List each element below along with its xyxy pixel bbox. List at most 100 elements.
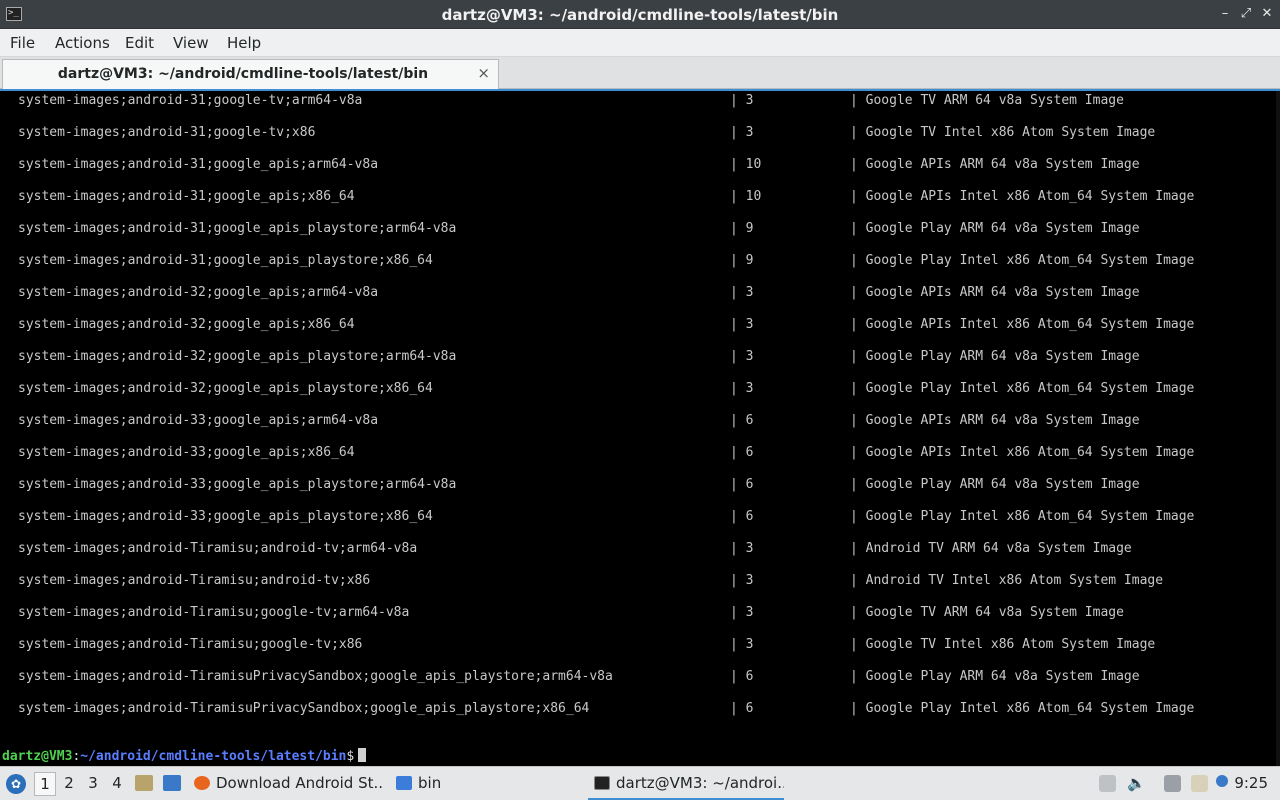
clock[interactable]: 9:25 bbox=[1234, 767, 1268, 800]
package-version: | 3 bbox=[730, 381, 754, 396]
package-version: | 9 bbox=[730, 221, 754, 236]
package-version: | 3 bbox=[730, 317, 754, 332]
package-version: | 10 bbox=[730, 189, 762, 204]
tab-label: dartz@VM3: ~/android/cmdline-tools/lates… bbox=[57, 66, 429, 82]
package-version: | 3 bbox=[730, 349, 754, 364]
package-path: system-images;android-Tiramisu;android-t… bbox=[18, 573, 371, 588]
package-version: | 10 bbox=[730, 157, 762, 172]
package-path: system-images;android-33;google_apis_pla… bbox=[18, 509, 433, 524]
package-path: system-images;android-33;google_apis_pla… bbox=[18, 477, 457, 492]
terminal-tab[interactable]: dartz@VM3: ~/android/cmdline-tools/lates… bbox=[2, 59, 499, 89]
package-description: | Google Play Intel x86 Atom_64 System I… bbox=[850, 381, 1195, 396]
menu-bar: File Actions Edit View Help bbox=[0, 29, 1280, 57]
terminal-icon bbox=[594, 776, 610, 790]
package-path: system-images;android-TiramisuPrivacySan… bbox=[18, 701, 590, 716]
package-description: | Google TV ARM 64 v8a System Image bbox=[850, 93, 1124, 108]
workspace-2[interactable]: 2 bbox=[58, 767, 80, 800]
package-version: | 6 bbox=[730, 445, 754, 460]
package-path: system-images;android-31;google_apis_pla… bbox=[18, 253, 433, 268]
volume-icon[interactable]: 🔈 bbox=[1127, 775, 1146, 792]
package-description: | Google TV ARM 64 v8a System Image bbox=[850, 605, 1124, 620]
close-icon[interactable]: ✕ bbox=[1258, 5, 1276, 23]
prompt-symbol: $ bbox=[346, 749, 355, 764]
task-label: Download Android St... bbox=[216, 774, 384, 792]
task-bin-folder[interactable]: bin bbox=[396, 767, 576, 800]
window-title: dartz@VM3: ~/android/cmdline-tools/lates… bbox=[441, 6, 839, 24]
window-titlebar[interactable]: >_ dartz@VM3: ~/android/cmdline-tools/la… bbox=[0, 0, 1280, 29]
prompt-path: ~/android/cmdline-tools/latest/bin bbox=[80, 749, 347, 764]
terminal-output[interactable]: system-images;android-31;google-tv;arm64… bbox=[0, 89, 1280, 766]
package-description: | Google Play Intel x86 Atom_64 System I… bbox=[850, 701, 1195, 716]
start-menu-icon[interactable]: ✿ bbox=[6, 774, 26, 794]
package-path: system-images;android-31;google_apis_pla… bbox=[18, 221, 457, 236]
package-path: system-images;android-Tiramisu;google-tv… bbox=[18, 605, 410, 620]
task-terminal[interactable]: dartz@VM3: ~/androi... bbox=[588, 767, 784, 800]
package-version: | 9 bbox=[730, 253, 754, 268]
shell-prompt: dartz@VM3:~/android/cmdline-tools/latest… bbox=[2, 748, 367, 764]
package-version: | 3 bbox=[730, 125, 754, 140]
package-version: | 3 bbox=[730, 605, 754, 620]
package-description: | Google APIs ARM 64 v8a System Image bbox=[850, 157, 1140, 172]
package-path: system-images;android-32;google_apis_pla… bbox=[18, 349, 457, 364]
workspace-1[interactable]: 1 bbox=[34, 772, 56, 796]
workspace-3[interactable]: 3 bbox=[82, 767, 104, 800]
taskbar: ✿ 1 2 3 4 Download Android St... bin dar… bbox=[0, 766, 1280, 800]
text-cursor bbox=[358, 748, 367, 762]
package-description: | Google Play ARM 64 v8a System Image bbox=[850, 349, 1140, 364]
package-version: | 3 bbox=[730, 285, 754, 300]
package-version: | 6 bbox=[730, 413, 754, 428]
package-version: | 6 bbox=[730, 509, 754, 524]
package-description: | Google Play Intel x86 Atom_64 System I… bbox=[850, 253, 1195, 268]
package-path: system-images;android-31;google-tv;x86 bbox=[18, 125, 316, 140]
removable-drive-icon[interactable] bbox=[1099, 775, 1116, 792]
notification-icon[interactable] bbox=[1216, 775, 1228, 787]
package-description: | Google APIs Intel x86 Atom_64 System I… bbox=[850, 317, 1195, 332]
package-version: | 6 bbox=[730, 477, 754, 492]
package-description: | Google TV Intel x86 Atom System Image bbox=[850, 637, 1156, 652]
task-label: bin bbox=[418, 774, 442, 792]
terminal-scrollbar[interactable] bbox=[1276, 91, 1280, 766]
task-label: dartz@VM3: ~/androi... bbox=[616, 774, 784, 792]
menu-help[interactable]: Help bbox=[227, 34, 261, 52]
package-description: | Android TV ARM 64 v8a System Image bbox=[850, 541, 1132, 556]
package-version: | 3 bbox=[730, 573, 754, 588]
package-description: | Google APIs Intel x86 Atom_64 System I… bbox=[850, 445, 1195, 460]
package-version: | 6 bbox=[730, 701, 754, 716]
package-path: system-images;android-Tiramisu;android-t… bbox=[18, 541, 418, 556]
network-icon[interactable] bbox=[1164, 775, 1181, 792]
package-version: | 3 bbox=[730, 541, 754, 556]
file-manager-icon[interactable] bbox=[135, 775, 153, 791]
folder-icon bbox=[396, 776, 412, 790]
package-path: system-images;android-TiramisuPrivacySan… bbox=[18, 669, 613, 684]
package-description: | Google Play ARM 64 v8a System Image bbox=[850, 477, 1140, 492]
clipboard-icon[interactable] bbox=[1191, 775, 1208, 792]
firefox-icon bbox=[194, 776, 210, 790]
package-version: | 3 bbox=[730, 93, 754, 108]
prompt-user: dartz@VM3 bbox=[2, 749, 73, 764]
package-path: system-images;android-31;google_apis;arm… bbox=[18, 157, 379, 172]
package-path: system-images;android-Tiramisu;google-tv… bbox=[18, 637, 363, 652]
package-description: | Google Play Intel x86 Atom_64 System I… bbox=[850, 509, 1195, 524]
package-path: system-images;android-32;google_apis_pla… bbox=[18, 381, 433, 396]
task-firefox[interactable]: Download Android St... bbox=[194, 767, 384, 800]
package-path: system-images;android-32;google_apis;x86… bbox=[18, 317, 355, 332]
package-description: | Google APIs Intel x86 Atom_64 System I… bbox=[850, 189, 1195, 204]
menu-file[interactable]: File bbox=[10, 34, 35, 52]
package-path: system-images;android-33;google_apis;x86… bbox=[18, 445, 355, 460]
menu-actions[interactable]: Actions bbox=[55, 34, 110, 52]
package-description: | Google TV Intel x86 Atom System Image bbox=[850, 125, 1156, 140]
workspace-4[interactable]: 4 bbox=[106, 767, 128, 800]
show-desktop-icon[interactable] bbox=[163, 775, 181, 791]
menu-edit[interactable]: Edit bbox=[125, 34, 154, 52]
tab-bar: dartz@VM3: ~/android/cmdline-tools/lates… bbox=[0, 57, 1280, 89]
package-description: | Google APIs ARM 64 v8a System Image bbox=[850, 285, 1140, 300]
package-description: | Google Play ARM 64 v8a System Image bbox=[850, 669, 1140, 684]
minimize-icon[interactable]: – bbox=[1216, 5, 1234, 23]
package-path: system-images;android-33;google_apis;arm… bbox=[18, 413, 379, 428]
tab-close-icon[interactable]: × bbox=[477, 64, 490, 82]
menu-view[interactable]: View bbox=[173, 34, 209, 52]
package-description: | Android TV Intel x86 Atom System Image bbox=[850, 573, 1164, 588]
package-path: system-images;android-31;google_apis;x86… bbox=[18, 189, 355, 204]
package-path: system-images;android-31;google-tv;arm64… bbox=[18, 93, 363, 108]
maximize-icon[interactable]: ⤢ bbox=[1237, 5, 1255, 23]
